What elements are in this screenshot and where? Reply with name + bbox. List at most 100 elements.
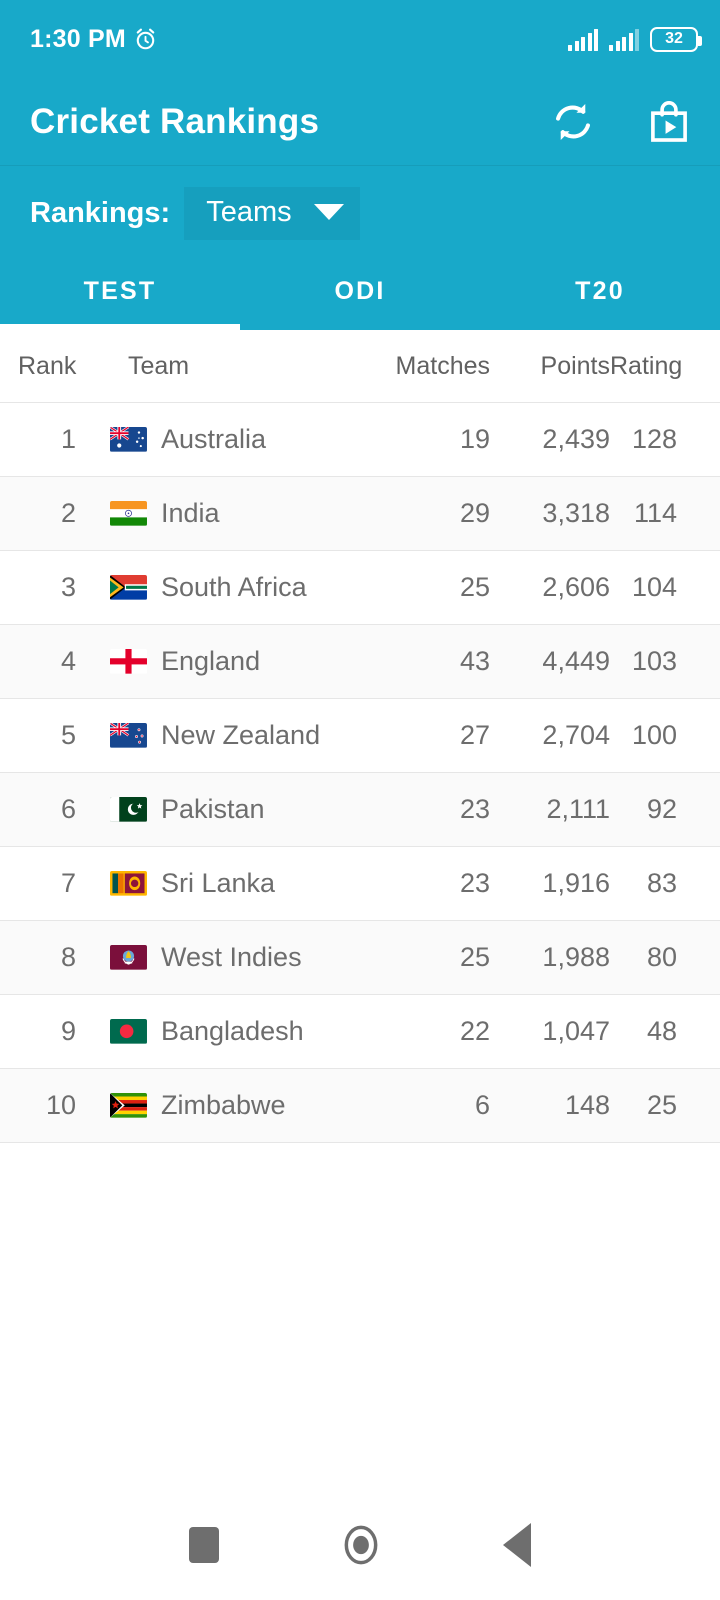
tab-odi[interactable]: ODI	[240, 260, 480, 330]
cell-rank: 7	[60, 868, 76, 898]
cell-rank: 10	[45, 1090, 76, 1120]
team-name-label: England	[161, 646, 261, 676]
flag-south-africa-icon	[110, 575, 147, 600]
app-bar: Cricket Rankings	[0, 78, 720, 165]
flag-new-zealand-icon	[110, 723, 147, 748]
cell-matches: 43	[459, 646, 490, 676]
flag-sri-lanka-icon	[110, 871, 147, 896]
cricket-rankings-screen: 1:30 PM 32 Cricket Rankings Rankings: Te…	[0, 0, 720, 1600]
page-title: Cricket Rankings	[30, 101, 320, 141]
table-row[interactable]: 8 West Indies 25 1,988 80	[0, 921, 720, 995]
cell-team: South Africa	[88, 572, 370, 603]
table-row[interactable]: 9 Bangladesh 22 1,047 48	[0, 995, 720, 1069]
flag-west-indies-icon	[110, 945, 147, 970]
flag-zimbabwe-icon	[110, 1093, 147, 1118]
cell-rating: 92	[646, 794, 677, 824]
battery-level-label: 32	[665, 30, 683, 47]
recents-square-icon[interactable]	[189, 1527, 219, 1563]
cell-matches: 27	[459, 720, 490, 750]
team-name-label: Pakistan	[161, 794, 265, 824]
rankings-label: Rankings:	[30, 196, 171, 229]
cell-rating: 80	[646, 942, 677, 972]
table-row[interactable]: 6 Pakistan 23 2,111 92	[0, 773, 720, 847]
team-name-label: Sri Lanka	[161, 868, 276, 898]
flag-australia-icon	[110, 427, 147, 452]
cell-matches: 19	[459, 424, 490, 454]
table-row[interactable]: 10 Zimbabwe 6 148 25	[0, 1069, 720, 1143]
team-name-label: India	[161, 498, 220, 528]
team-name-label: Zimbabwe	[161, 1090, 286, 1120]
cell-matches: 29	[459, 498, 490, 528]
signal-bars-icon	[609, 28, 639, 51]
refresh-sync-icon[interactable]	[550, 99, 596, 145]
team-name-label: South Africa	[161, 572, 307, 602]
cell-rating: 100	[631, 720, 677, 750]
format-tabs: TEST ODI T20	[0, 260, 720, 330]
cell-rank: 3	[60, 572, 76, 602]
column-header-points: Points	[540, 351, 610, 380]
flag-england-icon	[110, 649, 147, 674]
cell-rating: 104	[631, 572, 677, 602]
table-row[interactable]: 7 Sri Lanka 23 1,916 83	[0, 847, 720, 921]
cell-points: 1,916	[542, 868, 610, 898]
table-body: 1 Australia 19 2,439 128 2 India 29 3,318 114 3 Sou…	[0, 403, 720, 1143]
table-row[interactable]: 5 New Zealand 27 2,704 100	[0, 699, 720, 773]
cell-matches: 25	[459, 942, 490, 972]
team-name-label: West Indies	[161, 942, 302, 972]
cell-rank: 2	[60, 498, 76, 528]
cell-rating: 25	[646, 1090, 677, 1120]
active-tab-indicator	[0, 324, 240, 330]
cell-rank: 9	[60, 1016, 76, 1046]
battery-icon: 32	[650, 26, 702, 52]
table-row[interactable]: 2 India 29 3,318 114	[0, 477, 720, 551]
cell-points: 1,047	[542, 1016, 610, 1046]
table-header-row: Rank Team Matches Points Rating	[0, 330, 720, 403]
cell-team: Bangladesh	[88, 1016, 370, 1047]
cell-points: 2,704	[542, 720, 610, 750]
team-name-label: Australia	[161, 424, 267, 454]
app-bar-actions	[550, 99, 692, 145]
cell-rating: 114	[633, 498, 677, 528]
play-store-bag-icon[interactable]	[646, 99, 692, 145]
tab-test[interactable]: TEST	[0, 260, 240, 330]
cell-points: 3,318	[542, 498, 610, 528]
cell-team: Zimbabwe	[88, 1090, 370, 1121]
cell-team: Sri Lanka	[88, 868, 370, 899]
tab-t20[interactable]: T20	[480, 260, 720, 330]
cell-rating: 48	[646, 1016, 677, 1046]
team-name-label: Bangladesh	[161, 1016, 304, 1046]
cell-matches: 25	[459, 572, 490, 602]
cell-points: 2,111	[546, 794, 610, 824]
cell-rating: 83	[646, 868, 677, 898]
cell-team: West Indies	[88, 942, 370, 973]
rankings-type-value: Teams	[206, 195, 292, 228]
flag-india-icon	[110, 501, 147, 526]
status-bar: 1:30 PM 32	[0, 0, 720, 78]
rankings-selector-bar: Rankings: Teams	[0, 165, 720, 260]
rankings-type-dropdown[interactable]: Teams	[184, 186, 360, 240]
cell-rank: 6	[60, 794, 76, 824]
status-bar-left: 1:30 PM	[30, 25, 158, 54]
signal-bars-icon	[568, 28, 598, 51]
cell-points: 2,606	[542, 572, 610, 602]
cell-matches: 6	[474, 1090, 490, 1120]
table-row[interactable]: 4 England 43 4,449 103	[0, 625, 720, 699]
cell-matches: 22	[459, 1016, 490, 1046]
column-header-rank: Rank	[18, 351, 77, 380]
cell-team: England	[88, 646, 370, 677]
team-name-label: New Zealand	[161, 720, 321, 750]
cell-points: 148	[564, 1090, 610, 1120]
alarm-clock-icon	[136, 28, 155, 49]
chevron-down-icon	[313, 204, 344, 220]
cell-team: India	[88, 498, 370, 529]
table-row[interactable]: 3 South Africa 25 2,606 104	[0, 551, 720, 625]
home-circle-icon[interactable]	[339, 1523, 383, 1567]
cell-points: 2,439	[542, 424, 610, 454]
flag-pakistan-icon	[110, 797, 147, 822]
table-row[interactable]: 1 Australia 19 2,439 128	[0, 403, 720, 477]
cell-team: Australia	[88, 424, 370, 455]
back-triangle-icon[interactable]	[503, 1523, 531, 1567]
column-header-team: Team	[128, 351, 190, 380]
cell-rank: 4	[60, 646, 76, 676]
column-header-matches: Matches	[395, 351, 490, 380]
